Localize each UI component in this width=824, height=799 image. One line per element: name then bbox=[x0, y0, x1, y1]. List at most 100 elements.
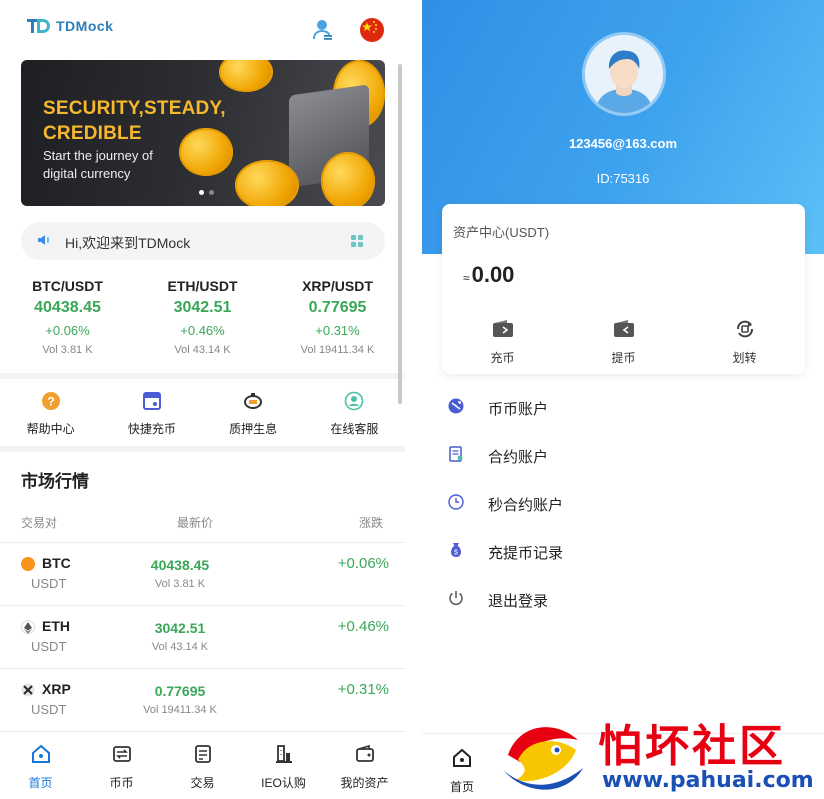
menu-item-second-contract[interactable]: 秒合约账户 bbox=[422, 480, 824, 528]
coin-trade-icon bbox=[112, 746, 131, 762]
menu-item-label: 合约账户 bbox=[488, 449, 549, 466]
ticker-price: 40438.45 bbox=[34, 299, 101, 316]
banner-title: SECURITY,STEADY, CREDIBLE bbox=[43, 98, 226, 144]
scrollbar[interactable] bbox=[398, 64, 402, 404]
action-label: 提币 bbox=[611, 351, 636, 365]
ticker-card[interactable]: BTC/USDT 40438.45 +0.06% Vol 3.81 K bbox=[0, 275, 135, 370]
quick-item-deposit[interactable]: 快捷充币 bbox=[101, 385, 202, 440]
asset-total: ≈0.00 bbox=[463, 262, 514, 288]
app-logo[interactable]: TDMock bbox=[26, 16, 113, 36]
notice-bar[interactable]: Hi,欢迎来到TDMock bbox=[21, 222, 385, 260]
fish-logo-icon bbox=[503, 727, 583, 790]
asset-card-title: 资产中心(USDT) bbox=[453, 225, 550, 240]
gold-coin-image bbox=[219, 60, 273, 92]
market-symbol: BTC bbox=[42, 555, 71, 571]
user-email: 123456@163.com bbox=[568, 136, 678, 151]
deposit-icon bbox=[492, 320, 513, 337]
screen-gap bbox=[405, 0, 422, 799]
asset-actions: 充币 提币 划转 bbox=[442, 314, 805, 369]
menu-item-records[interactable]: $ 充提币记录 bbox=[422, 528, 824, 576]
gold-coin-image bbox=[321, 152, 375, 206]
market-row[interactable]: BTC USDT 40438.45 Vol 3.81 K +0.06% bbox=[0, 542, 405, 605]
ticker-pair: ETH/USDT bbox=[167, 278, 238, 294]
market-price: 3042.51 bbox=[154, 620, 206, 636]
ticker-change: +0.31% bbox=[315, 323, 360, 338]
user-icon[interactable] bbox=[313, 19, 333, 41]
transfer-icon bbox=[736, 320, 753, 338]
ticker-volume: Vol 43.14 K bbox=[174, 344, 231, 356]
speaker-icon bbox=[38, 235, 49, 245]
menu-item-coin-account[interactable]: 币币账户 bbox=[422, 384, 824, 432]
promo-banner[interactable]: SECURITY,STEADY, CREDIBLE Start the jour… bbox=[21, 60, 385, 206]
market-title: 市场行情 bbox=[21, 472, 89, 491]
quick-item-help[interactable]: ? 帮助中心 bbox=[0, 385, 101, 440]
grid-menu-icon[interactable] bbox=[351, 235, 363, 247]
market-row[interactable]: ETH USDT 3042.51 Vol 43.14 K +0.46% bbox=[0, 605, 405, 668]
nav-item-home[interactable]: 首页 bbox=[0, 732, 81, 799]
market-change: +0.31% bbox=[337, 681, 389, 698]
profile-screen: 123456@163.com ID:75316 资产中心(USDT) ≈0.00… bbox=[422, 0, 824, 799]
menu-item-contract-account[interactable]: 合约账户 bbox=[422, 432, 824, 480]
nav-item-ieo[interactable]: IEO认购 bbox=[243, 732, 324, 799]
help-icon: ? bbox=[41, 392, 60, 410]
ticker-card[interactable]: ETH/USDT 3042.51 +0.46% Vol 43.14 K bbox=[135, 275, 270, 370]
money-bag-icon: $ bbox=[451, 543, 461, 557]
logo-icon bbox=[27, 19, 50, 33]
logo-text: TDMock bbox=[56, 18, 114, 34]
app-header: TDMock bbox=[0, 0, 405, 58]
avatar[interactable] bbox=[585, 35, 663, 113]
wallet-icon bbox=[355, 744, 374, 762]
column-header-price: 最新价 bbox=[177, 516, 214, 530]
withdraw-button[interactable]: 提币 bbox=[563, 314, 684, 369]
approx-symbol: ≈ bbox=[463, 271, 470, 285]
deposit-button[interactable]: 充币 bbox=[442, 314, 563, 369]
action-label: 划转 bbox=[732, 351, 757, 365]
gold-coin-image bbox=[235, 160, 299, 206]
menu-item-label: 秒合约账户 bbox=[488, 497, 564, 514]
language-flag-icon[interactable] bbox=[360, 18, 384, 42]
withdraw-icon bbox=[613, 320, 634, 337]
pagination-dot[interactable] bbox=[209, 190, 214, 195]
market-quote: USDT bbox=[31, 702, 67, 717]
contract-account-icon bbox=[449, 446, 463, 462]
quick-item-label: 在线客服 bbox=[330, 422, 379, 436]
nav-item-trade[interactable]: 交易 bbox=[162, 732, 243, 799]
ieo-icon bbox=[275, 745, 292, 763]
quick-item-support[interactable]: 在线客服 bbox=[304, 385, 405, 440]
ticker-change: +0.06% bbox=[45, 323, 90, 338]
pagination-dot-active[interactable] bbox=[199, 190, 204, 195]
coin-account-icon bbox=[448, 398, 464, 414]
ticker-card[interactable]: XRP/USDT 0.77695 +0.31% Vol 19411.34 K bbox=[270, 275, 405, 370]
menu-item-logout[interactable]: 退出登录 bbox=[422, 576, 824, 624]
market-change: +0.46% bbox=[337, 618, 389, 635]
watermark: 怕坏社区 www.pahuai.com bbox=[498, 708, 824, 799]
xrp-icon bbox=[21, 683, 35, 697]
nav-item-home[interactable]: 首页 bbox=[422, 734, 502, 799]
ticker-pair: XRP/USDT bbox=[302, 278, 373, 294]
nav-label: IEO认购 bbox=[261, 776, 306, 790]
home-screen: TDMock SECURITY,STEADY, CREDIBLE Start t… bbox=[0, 0, 405, 799]
nav-label: 首页 bbox=[449, 780, 474, 794]
home-icon bbox=[453, 748, 471, 767]
market-table-header: 交易对 最新价 涨跌 bbox=[0, 514, 405, 530]
transfer-button[interactable]: 划转 bbox=[684, 314, 805, 369]
quick-item-staking[interactable]: 质押生息 bbox=[203, 385, 304, 440]
china-flag-icon bbox=[362, 21, 377, 33]
market-change: +0.06% bbox=[337, 555, 389, 572]
quick-deposit-icon bbox=[142, 392, 161, 410]
nav-item-coin[interactable]: 币币 bbox=[81, 732, 162, 799]
menu-item-label: 充提币记录 bbox=[488, 545, 564, 562]
nav-label: 首页 bbox=[28, 776, 53, 790]
account-menu: 币币账户 合约账户 秒合约账户 $ 充提币记录 退出登录 bbox=[422, 384, 824, 624]
nav-item-assets[interactable]: 我的资产 bbox=[324, 732, 405, 799]
action-label: 充币 bbox=[490, 351, 515, 365]
market-row[interactable]: XRP USDT 0.77695 Vol 19411.34 K +0.31% bbox=[0, 668, 405, 731]
ticker-price: 3042.51 bbox=[173, 299, 232, 316]
ticker-pair: BTC/USDT bbox=[32, 278, 103, 294]
ticker-strip: BTC/USDT 40438.45 +0.06% Vol 3.81 K ETH/… bbox=[0, 275, 405, 370]
market-symbol: XRP bbox=[42, 681, 71, 697]
staking-icon bbox=[244, 393, 263, 409]
column-header-pair: 交易对 bbox=[21, 516, 58, 530]
btc-icon bbox=[21, 557, 35, 571]
market-volume: Vol 3.81 K bbox=[154, 578, 206, 590]
